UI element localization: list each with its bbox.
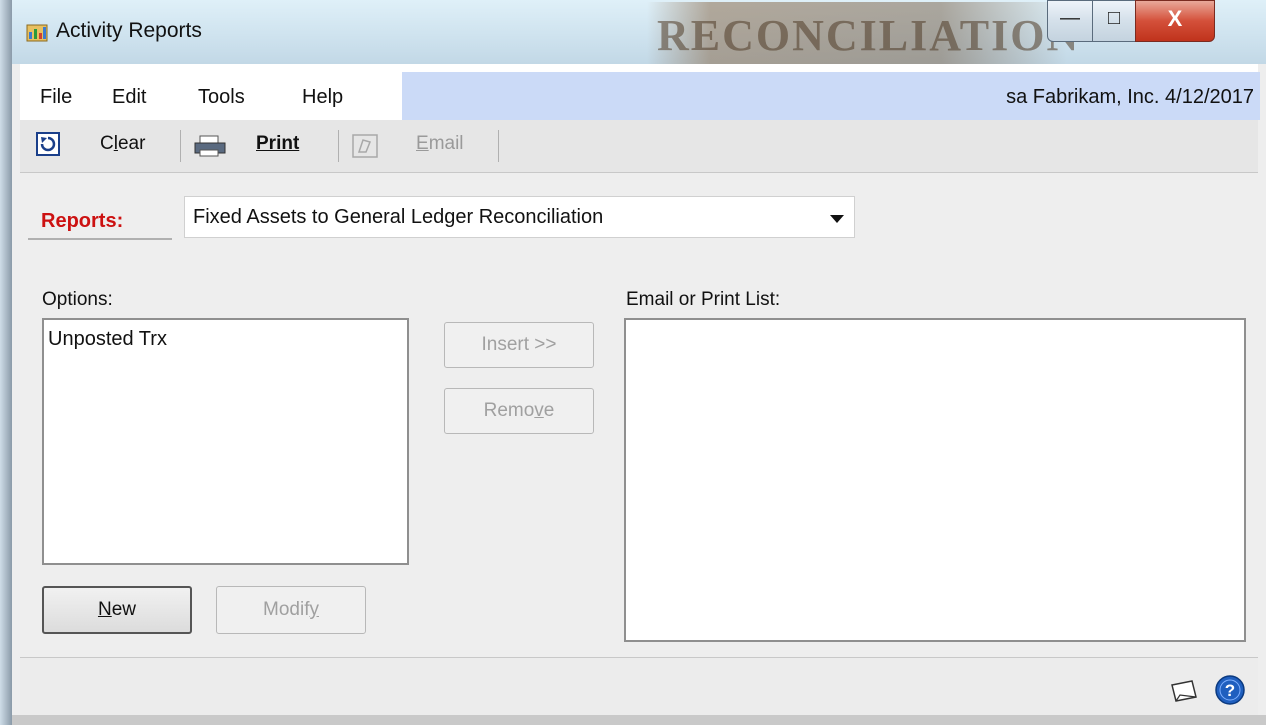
toolbar-separator [180,130,181,162]
insert-button[interactable]: Insert >> [444,322,594,368]
print-label: Print [256,133,300,154]
help-icon[interactable]: ? [1214,674,1246,706]
list-item[interactable]: Unposted Trx [48,328,167,351]
remove-label: Remove [483,400,555,421]
dropdown-arrow-icon[interactable] [830,215,844,223]
close-button[interactable]: X [1135,0,1215,42]
toolbar: Clear Print Email [20,120,1258,173]
reports-dropdown[interactable]: Fixed Assets to General Ledger Reconcili… [184,196,855,238]
new-button[interactable]: New [42,586,192,634]
menu-help[interactable]: Help [302,86,343,109]
menu-file[interactable]: File [40,86,72,109]
clear-icon[interactable] [36,132,60,156]
window-title: Activity Reports [56,19,202,42]
title-watermark: RECONCILIATION [647,2,1078,64]
print-button[interactable]: Print [256,133,299,155]
minimize-button[interactable]: — [1047,0,1093,42]
user-company-date: sa Fabrikam, Inc. 4/12/2017 [1006,86,1254,108]
window-left-border [0,0,12,725]
email-icon [352,134,378,158]
clear-button[interactable]: Clear [100,133,145,155]
email-button[interactable]: Email [416,133,464,155]
mnemonic-char: v [534,400,544,421]
reports-dropdown-value: Fixed Assets to General Ledger Reconcili… [193,206,604,228]
email-print-list-label: Email or Print List: [626,289,781,310]
menu-edit[interactable]: Edit [112,86,146,109]
minimize-icon: — [1060,7,1080,29]
email-print-listbox[interactable] [624,318,1246,642]
menu-tools[interactable]: Tools [198,86,245,109]
toolbar-separator [338,130,339,162]
maximize-icon: □ [1107,7,1121,29]
maximize-button[interactable]: □ [1092,0,1136,42]
mnemonic-char: N [97,599,112,620]
clear-label: Clear [100,133,146,154]
email-label: Email [416,133,464,154]
menu-bar: File Edit Tools Help sa Fabrikam, Inc. 4… [20,64,1260,120]
options-listbox[interactable]: Unposted Trx [42,318,409,565]
options-label: Options: [42,289,113,310]
activity-reports-window: RECONCILIATION Activity Reports — □ X Fi… [12,0,1266,725]
mnemonic-char: y [309,599,319,620]
modify-label: Modify [263,599,319,620]
toolbar-separator [498,130,499,162]
insert-label: Insert >> [481,334,557,355]
activity-reports-app-icon [26,24,48,42]
title-watermark-text: RECONCILIATION [657,11,1081,60]
svg-text:?: ? [1225,681,1235,700]
close-icon: X [1167,6,1183,31]
reports-label-underline [28,238,172,240]
status-bar: ? [20,657,1258,716]
title-bar[interactable]: RECONCILIATION Activity Reports — □ X [12,0,1266,64]
note-icon[interactable] [1168,677,1200,705]
printer-icon[interactable] [192,134,228,158]
mnemonic-char: l [113,133,118,154]
new-label: New [97,599,137,620]
remove-button[interactable]: Remove [444,388,594,434]
window-bottom-border [12,715,1266,725]
mnemonic-char: E [416,133,429,154]
reports-label: Reports: [41,210,124,232]
modify-button[interactable]: Modify [216,586,366,634]
